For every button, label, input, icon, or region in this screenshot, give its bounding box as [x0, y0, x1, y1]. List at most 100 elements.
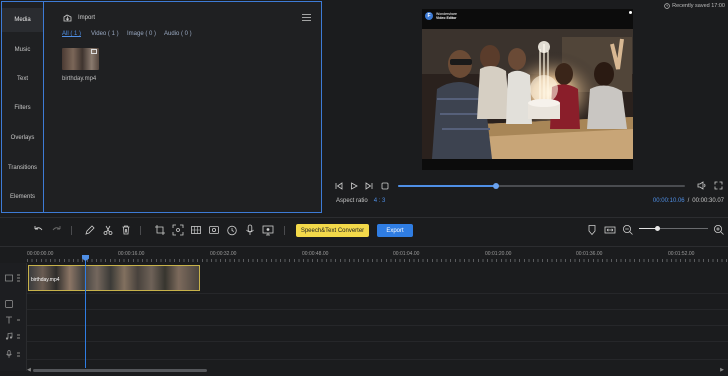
stop-icon[interactable]	[381, 182, 389, 190]
undo-icon[interactable]	[32, 224, 44, 236]
toolbar-divider	[284, 226, 285, 235]
nav-music[interactable]: Music	[2, 38, 43, 62]
progress-fill	[398, 185, 496, 187]
timeline-scrollbar[interactable]	[33, 369, 207, 372]
side-nav: Media Music Text Filters Overlays Transi…	[2, 2, 44, 212]
music-track-icon[interactable]	[5, 332, 13, 340]
track-toggles[interactable]	[17, 351, 20, 357]
pip-track[interactable]	[27, 294, 728, 310]
filter-all-tab[interactable]: All ( 1 )	[62, 31, 81, 37]
video-clip[interactable]: birthday.mp4	[28, 265, 200, 291]
text-track-icon[interactable]	[5, 316, 13, 324]
ruler-tick-label: 00:01:04.00	[393, 251, 420, 257]
ruler-tick-label: 00:01:52.00	[668, 251, 695, 257]
crop-icon[interactable]	[154, 224, 166, 236]
voiceover-mic-icon[interactable]	[244, 224, 256, 236]
select-checkbox-icon[interactable]	[91, 49, 97, 54]
save-status-icon	[664, 3, 670, 9]
delete-trash-icon[interactable]	[120, 224, 132, 236]
playhead-line	[85, 256, 86, 368]
music-track[interactable]	[27, 326, 728, 342]
nav-transitions[interactable]: Transitions	[2, 156, 43, 180]
nav-text[interactable]: Text	[2, 67, 43, 91]
aspect-ratio-label: Aspect ratio	[336, 198, 368, 204]
redo-icon[interactable]	[51, 224, 63, 236]
nav-filters[interactable]: Filters	[2, 96, 43, 120]
ruler-tick-label: 00:00:48.00	[302, 251, 329, 257]
marker-shield-icon[interactable]	[586, 224, 598, 236]
nav-overlays[interactable]: Overlays	[2, 126, 43, 150]
ruler-tick-label: 00:00:16.00	[118, 251, 145, 257]
brand-line-2: Video Editor	[436, 16, 457, 20]
media-file-name: birthday.mp4	[62, 76, 97, 82]
track-toggles[interactable]	[17, 333, 20, 339]
scroll-left-arrow-icon[interactable]: ◀	[27, 367, 31, 373]
volume-icon[interactable]	[697, 181, 707, 190]
import-icon	[63, 14, 72, 22]
nav-media[interactable]: Media	[2, 8, 43, 32]
total-time: 00:00:30.07	[692, 198, 724, 204]
track-toggles[interactable]	[17, 274, 20, 282]
speed-clock-icon[interactable]	[226, 224, 238, 236]
play-icon[interactable]	[350, 182, 358, 190]
brand-logo: F Wondershare Video Editor	[425, 12, 457, 20]
freeze-frame-icon[interactable]	[208, 224, 220, 236]
zoom-frame-icon[interactable]	[172, 224, 184, 236]
next-frame-icon[interactable]	[365, 182, 373, 190]
media-thumbnail[interactable]	[62, 48, 99, 70]
timeline-zoom-slider[interactable]	[639, 226, 708, 231]
pip-track-header	[0, 298, 27, 310]
ruler-tick-label: 00:01:20.00	[485, 251, 512, 257]
clip-label: birthday.mp4	[31, 277, 60, 283]
filter-video-tab[interactable]: Video ( 1 )	[91, 31, 119, 37]
scroll-right-arrow-icon[interactable]: ▶	[720, 367, 724, 373]
video-frame-image	[422, 29, 633, 159]
zoom-handle[interactable]	[654, 226, 660, 231]
text-track-header	[0, 314, 27, 326]
mosaic-icon[interactable]	[190, 224, 202, 236]
prev-frame-icon[interactable]	[335, 182, 343, 190]
corner-handle[interactable]	[629, 11, 632, 14]
media-library-panel: Media Music Text Filters Overlays Transi…	[1, 1, 322, 213]
progress-handle[interactable]	[492, 183, 499, 189]
track-toggles[interactable]	[17, 319, 20, 321]
ruler-ticks	[27, 259, 727, 262]
import-button[interactable]: Import	[63, 14, 95, 22]
speech-text-converter-button[interactable]: Speech&Text Converter	[296, 224, 369, 237]
voice-track-header	[0, 346, 27, 362]
current-time: 00:00:10.06	[652, 198, 685, 204]
party-scene-image	[422, 29, 633, 159]
video-track-header	[0, 266, 27, 290]
toolbar-divider	[140, 226, 141, 235]
playback-progress-bar[interactable]	[398, 183, 685, 189]
save-status-text: Recently saved 17:00	[672, 3, 725, 9]
ruler-tick-label: 00:01:36.00	[576, 251, 603, 257]
fullscreen-icon[interactable]	[714, 181, 723, 190]
ruler-tick-label: 00:00:00.00	[27, 251, 54, 257]
track-headers	[0, 263, 27, 371]
pip-track-icon[interactable]	[5, 300, 13, 308]
filter-audio-tab[interactable]: Audio ( 0 )	[164, 31, 192, 37]
voice-track[interactable]	[27, 342, 728, 360]
zoom-out-icon[interactable]	[622, 224, 634, 236]
text-track[interactable]	[27, 310, 728, 326]
export-button[interactable]: Export	[377, 224, 413, 237]
aspect-ratio-control: Aspect ratio 4 : 3	[336, 198, 385, 204]
split-scissors-icon[interactable]	[102, 224, 114, 236]
aspect-ratio-select[interactable]: 4 : 3	[374, 198, 386, 204]
music-track-header	[0, 330, 27, 342]
screen-record-icon[interactable]	[262, 224, 274, 236]
nav-elements[interactable]: Elements	[2, 185, 43, 209]
video-track-icon[interactable]	[5, 274, 13, 282]
filter-image-tab[interactable]: Image ( 0 )	[127, 31, 156, 37]
list-view-icon[interactable]	[302, 14, 311, 21]
time-ruler[interactable]: 00:00:00.00 00:00:16.00 00:00:32.00 00:0…	[27, 247, 727, 262]
zoom-in-icon[interactable]	[713, 224, 725, 236]
ruler-tick-label: 00:00:32.00	[210, 251, 237, 257]
fit-timeline-icon[interactable]	[604, 224, 616, 236]
time-separator: /	[687, 198, 690, 204]
edit-pencil-icon[interactable]	[84, 224, 96, 236]
voice-track-icon[interactable]	[5, 350, 13, 358]
video-preview[interactable]: F Wondershare Video Editor	[422, 9, 633, 170]
edit-toolbar: Speech&Text Converter Export	[0, 217, 728, 243]
